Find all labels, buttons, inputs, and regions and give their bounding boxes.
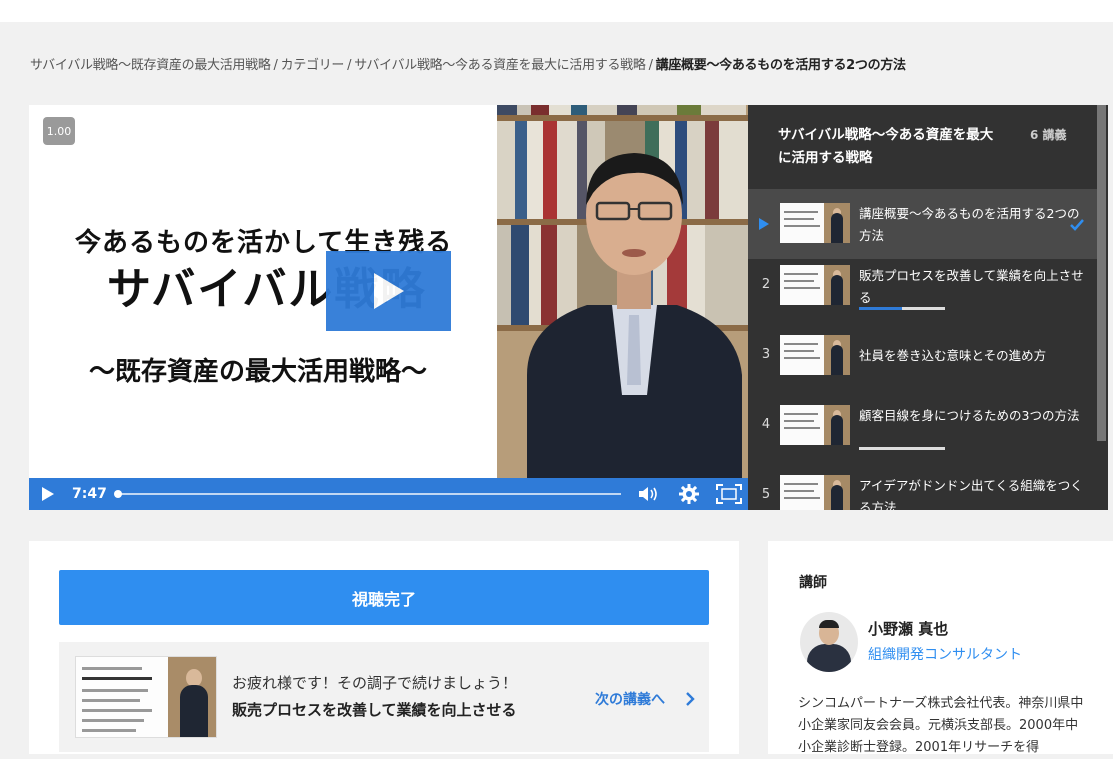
completion-panel: 視聴完了 お疲れ様です！その調子で続けましょう！ 販売プロセスを改善して業績を向… [29, 541, 739, 754]
next-lecture-card[interactable]: お疲れ様です！その調子で続けましょう！ 販売プロセスを改善して業績を向上させる … [59, 642, 709, 752]
top-bar [0, 0, 1113, 22]
lecture-title: アイデアがドンドン出てくる組織をつくる方法 [859, 478, 1083, 510]
next-lecture-link[interactable]: 次の講義へ [595, 689, 695, 709]
lecture-title: 顧客目線を身につけるための3つの方法 [859, 408, 1080, 423]
speaker-video [497, 105, 748, 478]
lecture-progress-bar [859, 447, 945, 450]
video-player[interactable]: 今あるものを活かして生き残る サバイバル戦略 ～既存資産の最大活用戦略～ 1.0… [29, 105, 748, 510]
breadcrumb-separator: / [648, 58, 653, 73]
player-controls: 7:47 [29, 478, 748, 510]
lecture-title: 社員を巻き込む意味とその進め方 [859, 348, 1047, 363]
playlist-scrollbar[interactable] [1097, 105, 1106, 441]
lecture-number: 2 [761, 277, 771, 292]
current-time: 7:47 [72, 486, 107, 502]
lecture-thumbnail [780, 475, 850, 510]
breadcrumb-current: 講座概要～今あるものを活用する2つの方法 [655, 58, 906, 73]
playlist-title: サバイバル戦略～今ある資産を最大に活用する戦略 [778, 127, 994, 166]
speaker-figure [527, 153, 742, 478]
playlist-item[interactable]: 3 社員を巻き込む意味とその進め方 [748, 321, 1097, 391]
breadcrumb: サバイバル戦略～既存資産の最大活用戦略 / カテゴリー / サバイバル戦略～今ある資産を… [30, 54, 906, 73]
playlist-item[interactable]: 2 販売プロセスを改善して業績を向上させる [748, 251, 1097, 321]
lecture-playlist: サバイバル戦略～今ある資産を最大に活用する戦略 6 講義 講座概要～今あるものを… [748, 105, 1108, 510]
instructor-role[interactable]: 組織開発コンサルタント [868, 644, 1022, 664]
mark-complete-button[interactable]: 視聴完了 [59, 570, 709, 625]
lecture-number: 5 [761, 487, 771, 502]
now-playing-icon [759, 218, 769, 230]
lecture-title: 講座概要～今あるものを活用する2つの方法 [859, 206, 1080, 243]
progress-knob[interactable] [114, 490, 122, 498]
breadcrumb-item-series[interactable]: サバイバル戦略～今ある資産を最大に活用する戦略 [354, 58, 646, 73]
playback-speed-badge[interactable]: 1.00 [43, 117, 75, 145]
play-button[interactable] [326, 251, 451, 331]
next-lecture-thumbnail [75, 656, 217, 738]
slide-subtitle: ～既存資産の最大活用戦略～ [89, 357, 428, 387]
lecture-progress-bar [859, 307, 945, 310]
lecture-title: 販売プロセスを改善して業績を向上させる [859, 268, 1084, 305]
progress-bar[interactable] [114, 490, 621, 498]
lecture-thumbnail [780, 203, 850, 243]
lecture-number: 4 [761, 417, 771, 432]
lecture-number: 3 [761, 347, 771, 362]
instructor-panel: 講師 小野瀬 真也 組織開発コンサルタント シンコムパートナーズ株式会社代表。神… [768, 541, 1113, 755]
breadcrumb-separator: / [273, 58, 278, 73]
instructor-heading: 講師 [799, 575, 827, 591]
instructor-bio: シンコムパートナーズ株式会社代表。神奈川県中小企業家同友会会員。元横浜支部長。2… [798, 696, 1084, 755]
avatar [800, 612, 858, 672]
next-lecture-label: 次の講義へ [595, 692, 665, 708]
breadcrumb-separator: / [347, 58, 352, 73]
play-icon[interactable] [41, 487, 55, 501]
gear-icon[interactable] [679, 484, 699, 504]
lecture-count: 6 講義 [1030, 128, 1067, 142]
fullscreen-icon[interactable] [716, 484, 742, 504]
playlist-item[interactable]: 4 顧客目線を身につけるための3つの方法 [748, 391, 1097, 461]
volume-icon[interactable] [638, 485, 660, 503]
playlist-item[interactable]: 講座概要～今あるものを活用する2つの方法 [748, 189, 1097, 259]
completed-check-icon [1070, 219, 1084, 231]
lecture-thumbnail [780, 335, 850, 375]
breadcrumb-item-course[interactable]: サバイバル戦略～既存資産の最大活用戦略 [30, 58, 271, 73]
breadcrumb-item-category[interactable]: カテゴリー [281, 58, 345, 73]
lecture-thumbnail [780, 405, 850, 445]
playlist-item[interactable]: 5 アイデアがドンドン出てくる組織をつくる方法 [748, 461, 1097, 510]
encouragement-message: お疲れ様です！その調子で続けましょう！ [232, 674, 518, 692]
next-lecture-title: 販売プロセスを改善して業績を向上させる [232, 701, 517, 719]
instructor-name: 小野瀬 真也 [868, 620, 949, 638]
chevron-right-icon [686, 692, 695, 706]
lecture-thumbnail [780, 265, 850, 305]
play-icon [373, 273, 404, 309]
